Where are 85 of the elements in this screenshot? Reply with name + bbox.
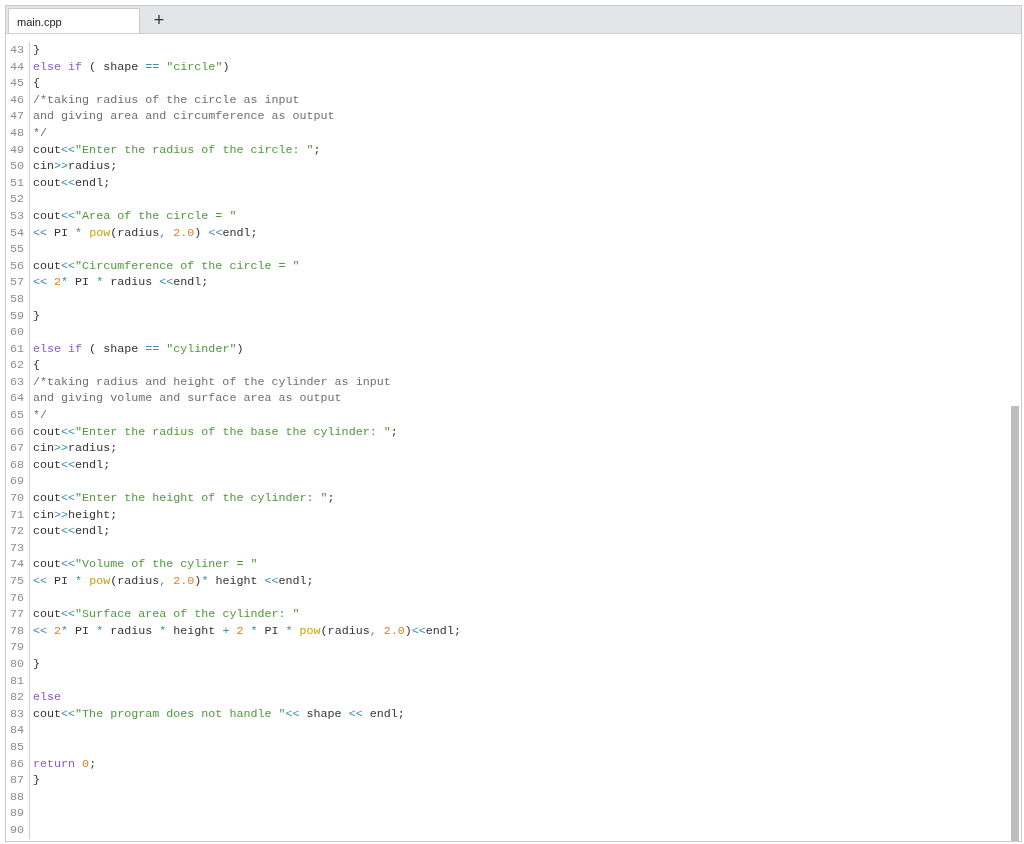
line-number: 81 — [8, 672, 25, 690]
line-number: 86 — [8, 755, 25, 773]
line-number: 61 — [8, 340, 25, 358]
code-line: cin>>radius; — [33, 440, 118, 457]
code-line: } — [33, 655, 40, 673]
line-number: 46 — [8, 91, 25, 109]
line-number: 77 — [8, 606, 25, 623]
code-line: cout<<"Enter the height of the cylinder: "; — [33, 490, 335, 507]
line-number: 82 — [8, 689, 25, 706]
code-line: << PI * pow(radius, 2.0)* height <<endl; — [33, 573, 314, 590]
code-line: << PI * pow(radius, 2.0) <<endl; — [33, 224, 258, 242]
code-line: cin>>height; — [33, 506, 118, 524]
line-number: 90 — [8, 821, 25, 839]
line-number: 52 — [8, 191, 25, 208]
code-line: cout<<"Circumference of the circle = " — [33, 257, 300, 275]
code-line: cout<<endl; — [33, 523, 111, 540]
line-number: 73 — [8, 539, 25, 557]
line-number: 49 — [8, 141, 25, 159]
code-line: cout<<endl; — [33, 456, 111, 474]
line-number: 75 — [8, 573, 25, 590]
file-tab[interactable]: main.cpp — [8, 8, 140, 33]
line-number: 68 — [8, 456, 25, 474]
line-number: 83 — [8, 705, 25, 723]
code-line: << 2* PI * radius * height + 2 * PI * pow(radius, 2.0)<<endl; — [33, 622, 461, 640]
line-number: 54 — [8, 224, 25, 242]
line-number: 74 — [8, 556, 25, 573]
line-number: 69 — [8, 473, 25, 491]
line-number: 60 — [8, 324, 25, 341]
line-number: 48 — [8, 124, 25, 142]
code-line: cout<<endl; — [33, 174, 111, 192]
code-line: << 2* PI * radius <<endl; — [33, 274, 209, 291]
line-number: 72 — [8, 523, 25, 540]
code-line: cout<<"The program does not handle "<< shape << endl; — [33, 705, 405, 723]
code-line: cout<<"Volume of the cyliner = " — [33, 556, 258, 573]
code-line: { — [33, 75, 40, 92]
code-line: else if ( shape == "circle") — [33, 58, 230, 76]
code-line: /*taking radius and height of the cylinder as input — [33, 373, 391, 391]
line-number: 53 — [8, 207, 25, 225]
line-number: 84 — [8, 722, 25, 739]
code-line: and giving area and circumference as output — [33, 108, 335, 125]
line-number: 45 — [8, 75, 25, 92]
code-line: cin>>radius; — [33, 158, 118, 175]
code-line: */ — [33, 124, 48, 142]
new-tab-button[interactable]: + — [144, 6, 174, 33]
code-line: /*taking radius of the circle as input — [33, 91, 300, 109]
line-number: 43 — [8, 42, 25, 59]
line-number: 87 — [8, 772, 25, 789]
line-number: 79 — [8, 639, 25, 656]
scrollbar[interactable] — [1011, 406, 1019, 841]
code-line: cout<<"Enter the radius of the circle: "; — [33, 141, 321, 159]
line-number: 66 — [8, 423, 25, 441]
line-number: 47 — [8, 108, 25, 125]
line-number: 44 — [8, 58, 25, 76]
line-number: 88 — [8, 788, 25, 806]
line-number: 67 — [8, 440, 25, 457]
code-line: } — [33, 42, 40, 59]
line-number: 58 — [8, 290, 25, 308]
line-number: 57 — [8, 274, 25, 291]
line-number: 63 — [8, 373, 25, 391]
line-number: 78 — [8, 622, 25, 640]
line-number: 65 — [8, 407, 25, 424]
code-line: } — [33, 772, 40, 789]
line-number: 71 — [8, 506, 25, 524]
line-number: 55 — [8, 241, 25, 258]
code-line: else — [33, 689, 62, 706]
code-line: else if ( shape == "cylinder") — [33, 340, 244, 358]
line-number: 51 — [8, 174, 25, 192]
code-line: cout<<"Area of the circle = " — [33, 207, 237, 225]
line-number: 76 — [8, 589, 25, 607]
code-line: */ — [33, 407, 48, 424]
code-line: cout<<"Enter the radius of the base the cylinder: "; — [33, 423, 398, 441]
code-line: and giving volume and surface area as output — [33, 390, 342, 408]
code-line: } — [33, 307, 40, 325]
code-line: cout<<"Surface area of the cylinder: " — [33, 606, 300, 623]
line-number: 89 — [8, 805, 25, 822]
line-number: 62 — [8, 357, 25, 374]
code-line: return 0; — [33, 755, 97, 773]
line-number: 80 — [8, 655, 25, 673]
code-line: { — [33, 357, 40, 374]
line-number: 64 — [8, 390, 25, 408]
line-number: 59 — [8, 307, 25, 325]
line-number: 56 — [8, 257, 25, 275]
line-number: 50 — [8, 158, 25, 175]
line-number: 70 — [8, 490, 25, 507]
line-number: 85 — [8, 738, 25, 756]
